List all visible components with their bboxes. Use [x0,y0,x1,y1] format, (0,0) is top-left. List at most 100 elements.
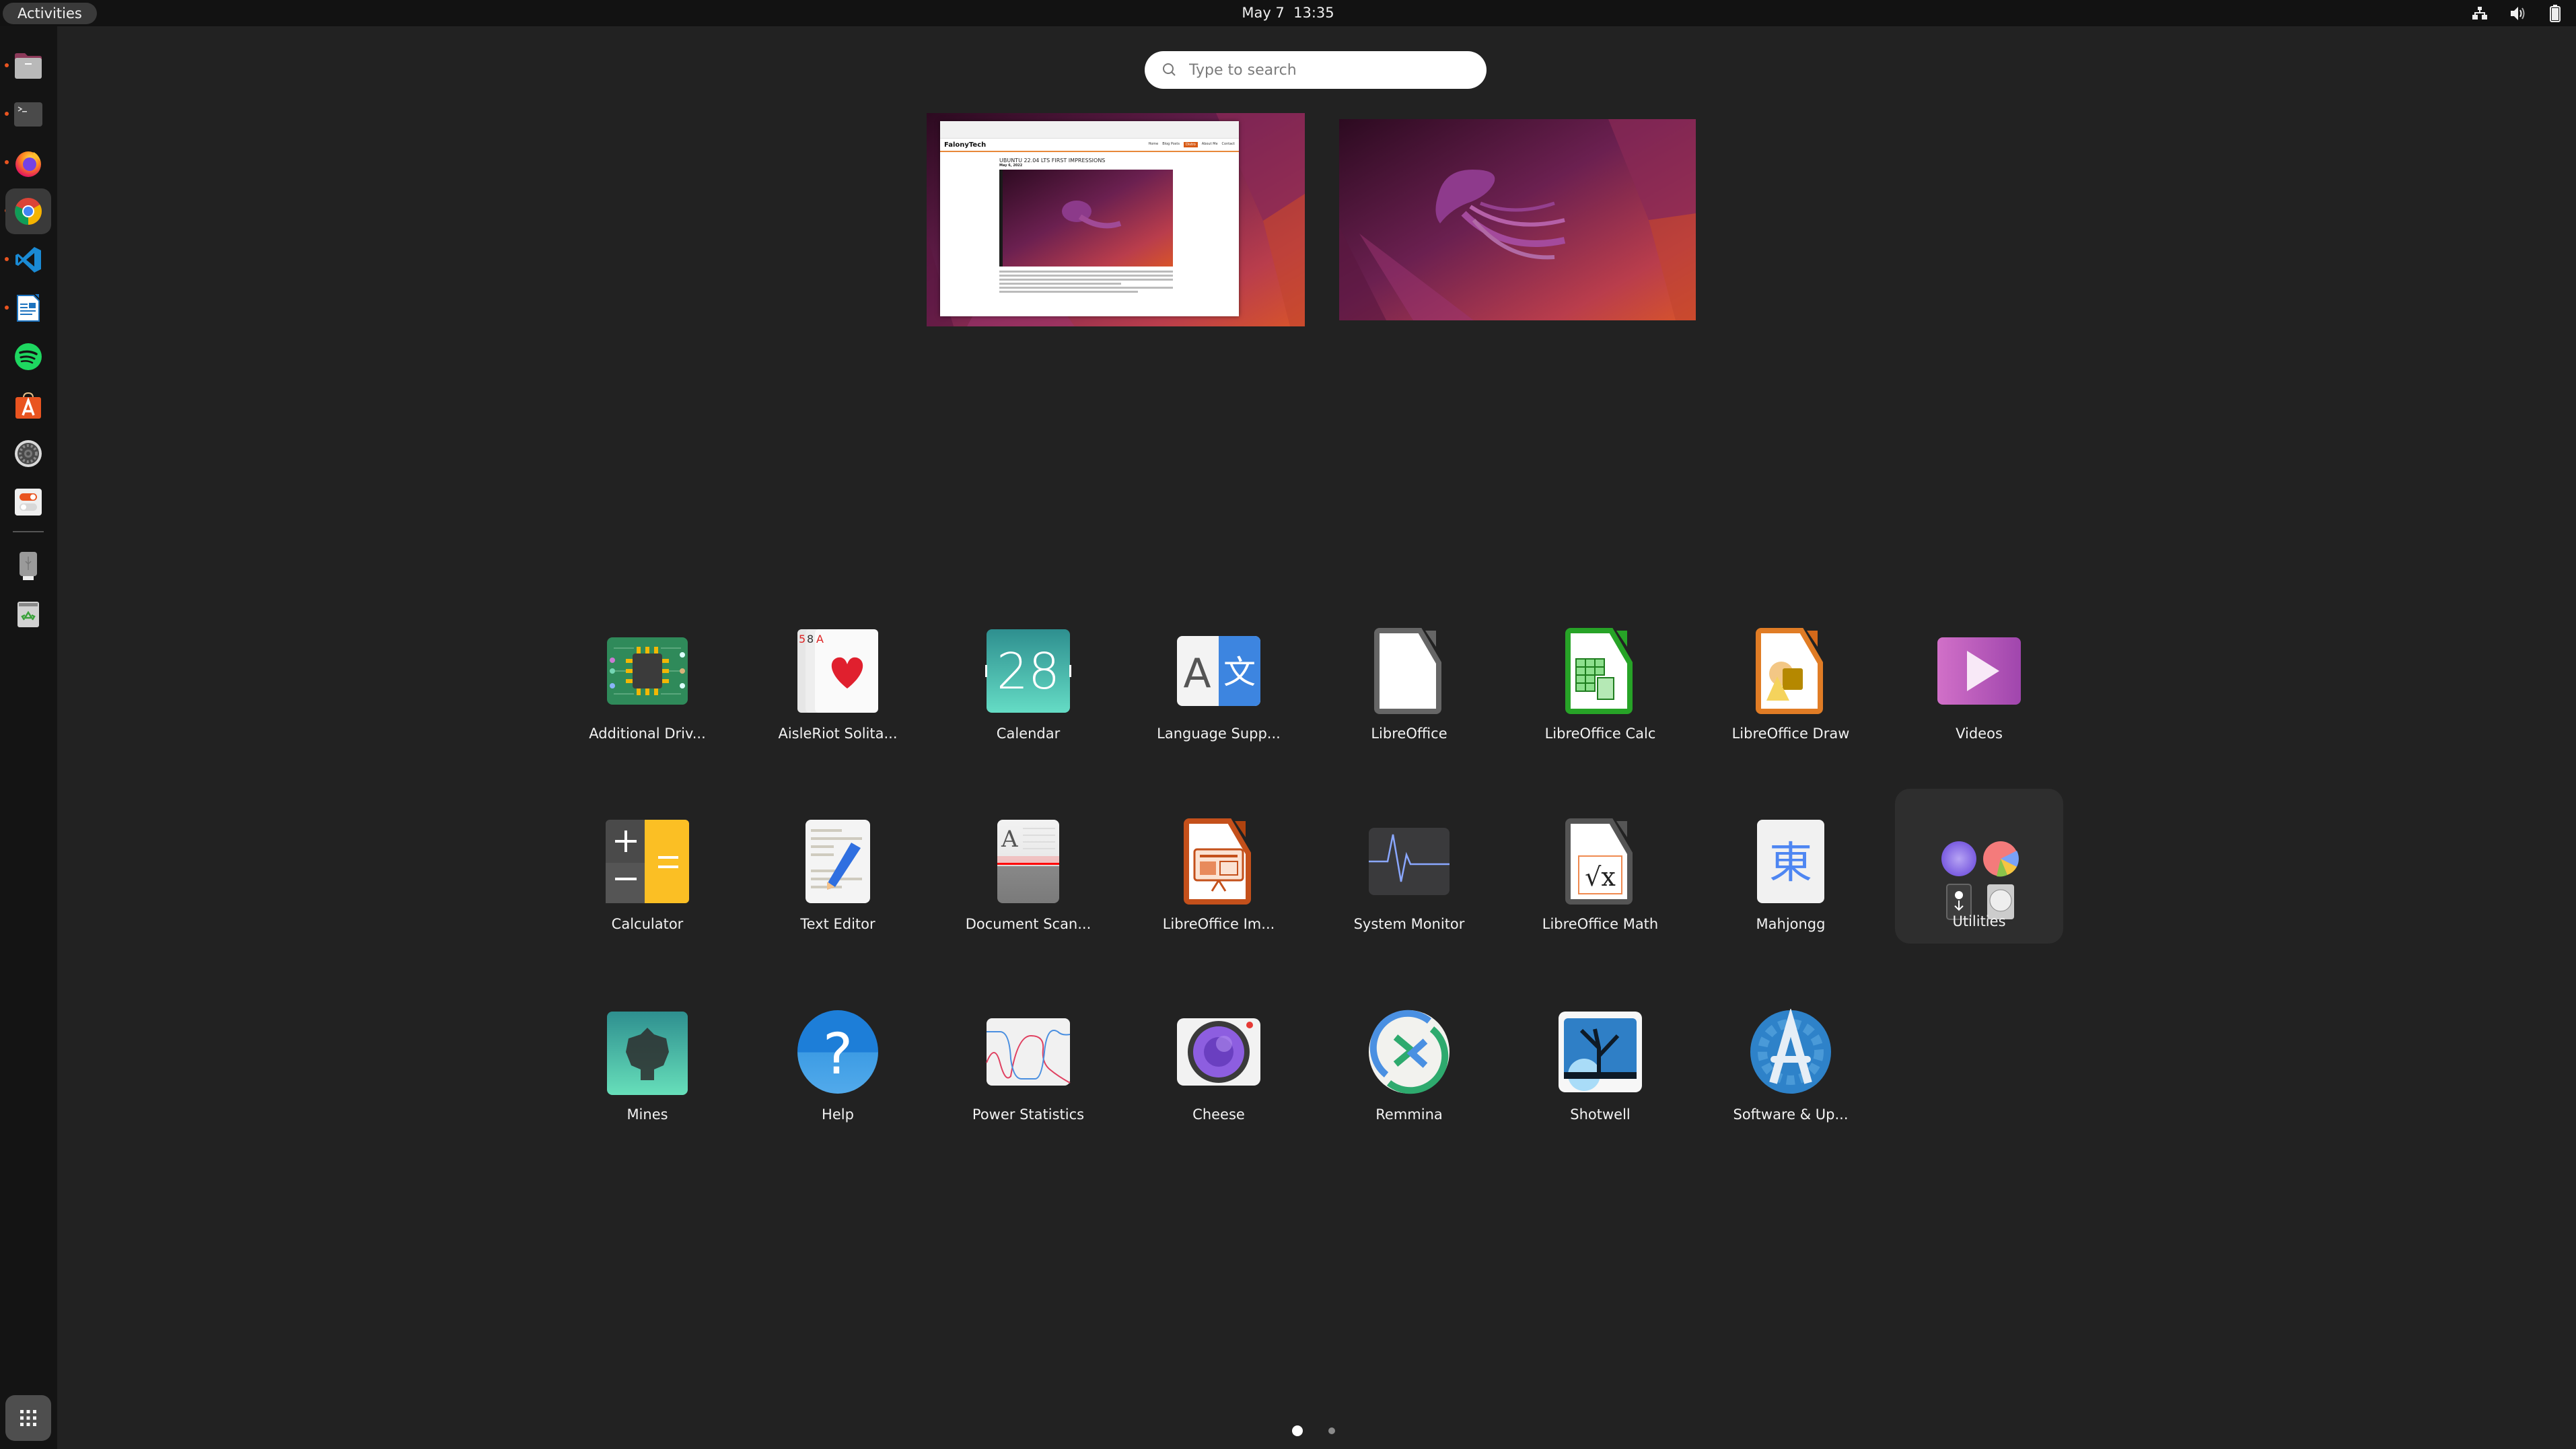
app-libreoffice-draw[interactable]: LibreOffice Draw [1707,614,1875,769]
app-label: LibreOffice Calc [1544,726,1656,742]
app-grid-icon [20,1410,36,1426]
app-label: Calculator [611,916,684,932]
chrome-icon [15,198,42,225]
help-icon: ? [795,1009,881,1095]
libreoffice-impress-icon [1176,818,1262,905]
app-label: Software & Up... [1733,1106,1849,1123]
show-applications-button[interactable] [5,1395,51,1441]
app-software-updates[interactable]: Software & Up... [1707,995,1875,1150]
ubuntu-software-icon [15,392,41,419]
svg-text:A: A [1001,826,1018,853]
app-help[interactable]: ? Help [754,995,922,1150]
site-nav-item: Blog Posts [1162,142,1180,146]
page-indicator-2[interactable] [1328,1427,1335,1434]
app-label: Shotwell [1570,1106,1631,1123]
svg-text:東: 東 [1769,839,1812,888]
dock-item-terminal[interactable] [5,92,51,137]
wallpaper [1339,119,1696,320]
app-shotwell[interactable]: Shotwell [1516,995,1684,1150]
dock-item-trash[interactable] [5,592,51,637]
terminal-icon [14,102,42,127]
additional-drivers-icon [604,628,690,714]
app-libreoffice-impress[interactable]: LibreOffice Im... [1135,805,1303,960]
app-additional-drivers[interactable]: Additional Driv... [563,614,731,769]
app-utilities-folder[interactable]: Utilities [1895,789,2063,944]
svg-text:?: ? [823,1021,853,1087]
app-remmina[interactable]: Remmina [1325,995,1493,1150]
app-label: LibreOffice Math [1542,916,1659,932]
cheese-icon [1176,1009,1262,1095]
app-calculator[interactable]: Calculator [563,805,731,960]
app-cheese[interactable]: Cheese [1135,995,1303,1150]
system-monitor-icon [1366,818,1452,905]
app-label: Language Supp... [1157,726,1281,742]
libreoffice-math-icon: √x [1557,818,1643,905]
dock-item-files[interactable] [5,43,51,89]
dock-separator [13,531,44,532]
system-tray[interactable] [2471,4,2564,23]
app-label: Help [822,1106,854,1123]
trash-icon [17,602,39,627]
site-brand: FalonyTech [944,141,987,149]
volume-icon[interactable] [2509,5,2526,22]
svg-text:文: 文 [1223,653,1256,691]
app-videos[interactable]: Videos [1895,614,2063,769]
app-libreoffice-math[interactable]: √x LibreOffice Math [1516,805,1684,960]
text-editor-icon [795,818,881,905]
dock-item-chrome[interactable] [5,188,51,234]
app-label: Document Scan... [965,916,1092,932]
dock-item-tweaks[interactable] [5,479,51,525]
site-nav-item: Home [1148,142,1159,146]
activities-button[interactable]: Activities [3,3,97,24]
app-mines[interactable]: Mines [563,995,731,1150]
workspace-thumbnail-2[interactable] [1339,119,1696,320]
dock-item-libreoffice-writer[interactable] [5,285,51,331]
app-libreoffice[interactable]: LibreOffice [1325,614,1493,769]
browser-window-preview[interactable]: FalonyTech Home Blog Posts Distro About … [940,121,1239,316]
app-libreoffice-calc[interactable]: LibreOffice Calc [1516,614,1684,769]
app-label: Videos [1956,726,2003,742]
site-nav: Home Blog Posts Distro About Me Contact [1148,142,1235,147]
article-date: May 6, 2022 [999,164,1023,168]
svg-text:A: A [1183,650,1211,697]
libreoffice-draw-icon [1748,628,1834,714]
app-label: Additional Driv... [589,726,706,742]
dock-item-settings[interactable] [5,431,51,476]
dock-item-vscode[interactable] [5,237,51,283]
mahjongg-icon: 東 [1748,818,1834,905]
app-document-scanner[interactable]: A Document Scan... [944,805,1112,960]
workspace-thumbnail-1[interactable]: FalonyTech Home Blog Posts Distro About … [927,113,1305,326]
app-label: Mines [627,1106,668,1123]
app-system-monitor[interactable]: System Monitor [1325,805,1493,960]
vscode-icon [15,247,41,273]
app-mahjongg[interactable]: 東 Mahjongg [1707,805,1875,960]
dock-item-spotify[interactable] [5,334,51,380]
article-headline: UBUNTU 22.04 LTS FIRST IMPRESSIONS [999,157,1106,164]
dock-item-usb-drive[interactable] [5,543,51,589]
network-wired-icon[interactable] [2471,5,2489,22]
dock-item-ubuntu-software[interactable] [5,382,51,428]
app-calendar[interactable]: 28 Calendar [944,614,1112,769]
svg-text:28: 28 [997,643,1060,701]
shotwell-icon [1557,1009,1643,1095]
libreoffice-icon [1366,628,1452,714]
clock-button[interactable]: May 7 13:35 [1242,5,1334,21]
page-indicator-1[interactable] [1292,1425,1303,1436]
app-language-support[interactable]: A 文 Language Supp... [1135,614,1303,769]
battery-icon[interactable] [2546,5,2564,22]
videos-icon [1936,628,2022,714]
firefox-icon [15,151,41,177]
app-power-statistics[interactable]: Power Statistics [944,995,1112,1150]
search-input[interactable] [1189,61,1458,79]
svg-text:8: 8 [807,633,814,645]
app-label: Power Statistics [972,1106,1085,1123]
app-aisleriot[interactable]: 5 8 A AisleRiot Solita... [754,614,922,769]
app-text-editor[interactable]: Text Editor [754,805,922,960]
article-text [999,271,1173,293]
dock-item-firefox[interactable] [5,140,51,186]
app-label: LibreOffice Im... [1162,916,1275,932]
svg-text:√x: √x [1585,862,1616,892]
site-header: FalonyTech Home Blog Posts Distro About … [940,139,1239,152]
search-bar[interactable] [1145,51,1487,89]
utilities-folder-icon [1936,836,2022,922]
